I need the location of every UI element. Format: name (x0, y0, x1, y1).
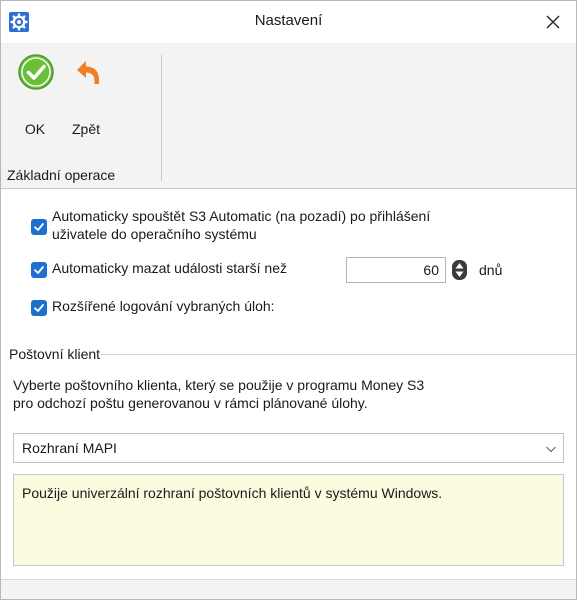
autostart-label: Automaticky spouštět S3 Automatic (na po… (52, 207, 430, 243)
autostart-option: Automaticky spouštět S3 Automatic (na po… (31, 207, 430, 243)
mail-client-description-line2: pro odchozí poštu generovanou v rámci pl… (13, 395, 368, 411)
ribbon-group-label: Základní operace (7, 167, 116, 183)
checkmark-icon (34, 223, 44, 231)
mail-client-description-line1: Vyberte poštovního klienta, který se pou… (13, 377, 425, 393)
ribbon-toolbar: OK Zpět Základní operace (1, 43, 576, 189)
undo-arrow-icon (77, 61, 99, 84)
extended-logging-label: Rozšířené logování vybraných úloh: (52, 298, 275, 314)
bottom-status-area (1, 580, 576, 599)
title-bar: Nastavení (1, 1, 576, 43)
days-spinner[interactable] (452, 260, 467, 280)
mail-client-section-title: Poštovní klient (9, 346, 101, 362)
window-title: Nastavení (254, 12, 323, 29)
mail-client-description: Vyberte poštovního klienta, který se pou… (13, 376, 563, 412)
mail-client-selected-value: Rozhraní MAPI (22, 440, 117, 456)
mail-client-info-box: Použije univerzální rozhraní poštovních … (13, 474, 564, 566)
mail-client-select[interactable]: Rozhraní MAPI (13, 433, 564, 463)
extended-logging-checkbox[interactable] (31, 300, 47, 316)
autostart-checkbox[interactable] (31, 219, 47, 235)
ok-button-label: OK (24, 121, 46, 137)
ok-button[interactable]: OK (8, 53, 62, 143)
checkmark-icon (34, 266, 44, 274)
auto-delete-option: Automaticky mazat události starší než (31, 259, 287, 278)
back-button[interactable]: Zpět (59, 53, 113, 143)
autostart-label-line2: uživatele do operačního systému (52, 226, 257, 242)
back-button-label: Zpět (71, 121, 100, 137)
auto-delete-label: Automaticky mazat události starší než (52, 260, 287, 276)
days-unit-label: dnů (479, 262, 503, 278)
auto-delete-checkbox[interactable] (31, 262, 47, 278)
checkmark-icon (34, 304, 44, 312)
settings-window: Nastavení OK Zpět Základní operace Autom… (0, 0, 577, 600)
section-divider (101, 354, 576, 355)
ribbon-group-separator (161, 55, 162, 181)
mail-client-info-text: Použije univerzální rozhraní poštovních … (22, 485, 443, 501)
extended-logging-option: Rozšířené logování vybraných úloh: (31, 297, 275, 316)
close-button[interactable] (530, 1, 576, 43)
chevron-down-icon (546, 446, 556, 453)
spinner-arrows-icon (455, 263, 464, 277)
autostart-label-line1: Automaticky spouštět S3 Automatic (na po… (52, 208, 431, 224)
check-circle-icon (18, 54, 54, 90)
close-icon (546, 15, 560, 29)
days-input[interactable]: 60 (346, 257, 446, 283)
